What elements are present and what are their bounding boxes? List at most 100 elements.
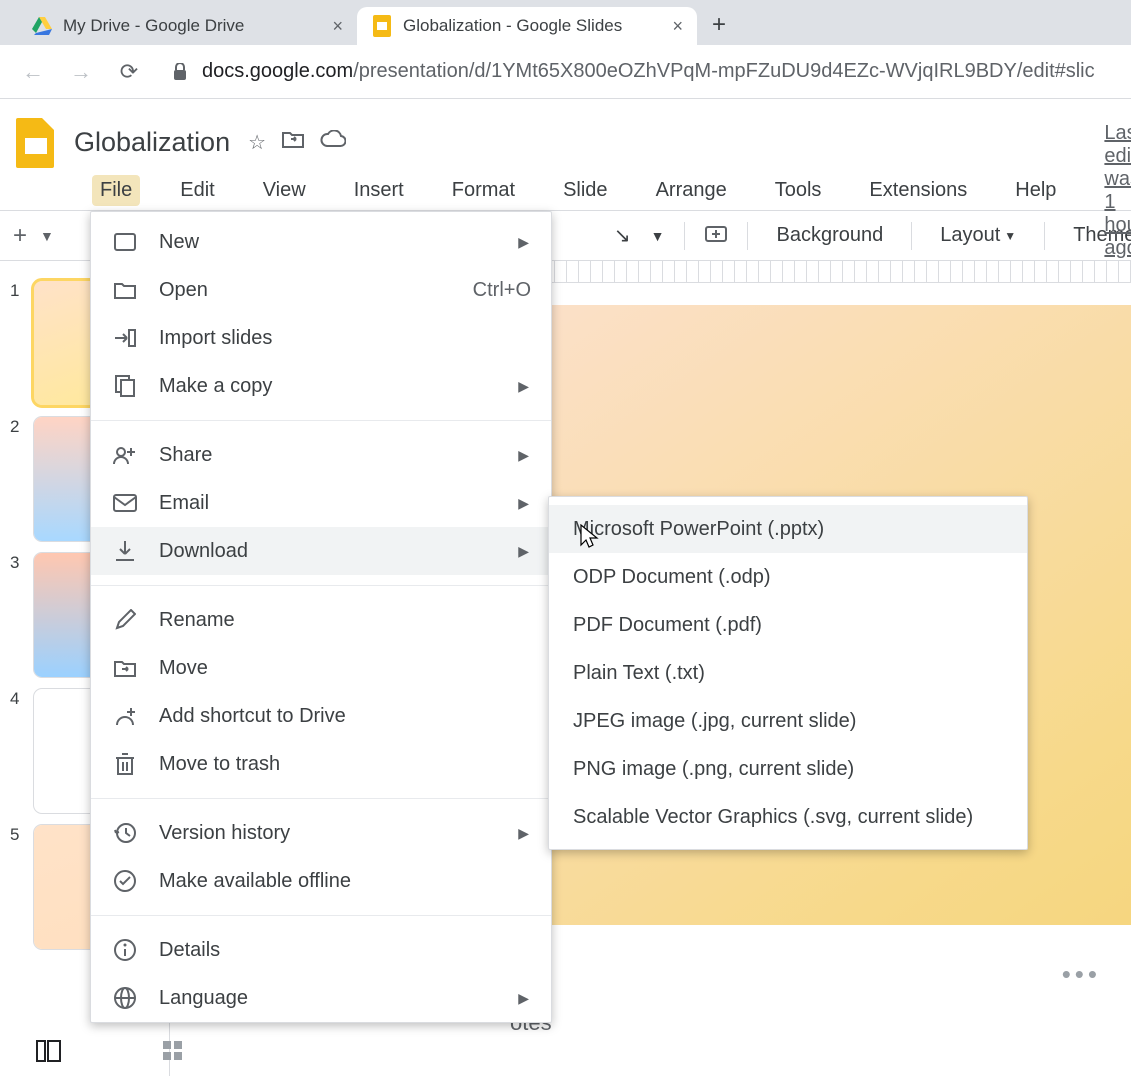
file-menu-open[interactable]: OpenCtrl+O: [91, 266, 551, 314]
download-option[interactable]: Plain Text (.txt): [549, 649, 1027, 697]
new-tab-button[interactable]: +: [703, 9, 735, 41]
file-menu-make-a-copy[interactable]: Make a copy ▶: [91, 362, 551, 410]
menu-edit[interactable]: Edit: [172, 175, 222, 206]
explore-icon[interactable]: •••: [1062, 959, 1101, 990]
cloud-status-icon[interactable]: [320, 130, 346, 155]
file-menu-label: Details: [159, 939, 220, 962]
file-menu-language[interactable]: Language ▶: [91, 974, 551, 1022]
line-tool-caret-icon[interactable]: ▼: [651, 228, 665, 244]
last-edit-link[interactable]: Last edit was 1 hour ago: [1104, 122, 1131, 260]
menu-arrange[interactable]: Arrange: [648, 175, 735, 206]
menu-help[interactable]: Help: [1007, 175, 1064, 206]
file-menu-make-available-offline[interactable]: Make available offline: [91, 857, 551, 905]
move-folder-icon[interactable]: [282, 130, 304, 155]
submenu-arrow-icon: ▶: [518, 378, 529, 395]
file-menu-label: Make a copy: [159, 375, 272, 398]
file-menu-import-slides[interactable]: Import slides: [91, 314, 551, 362]
submenu-arrow-icon: ▶: [518, 543, 529, 560]
address-bar: ← → ⟳ docs.google.com/presentation/d/1YM…: [0, 45, 1131, 99]
submenu-arrow-icon: ▶: [518, 234, 529, 251]
import-icon: [111, 324, 139, 352]
download-option[interactable]: JPEG image (.jpg, current slide): [549, 697, 1027, 745]
file-menu-download[interactable]: Download ▶: [91, 527, 551, 575]
url-box[interactable]: docs.google.com/presentation/d/1YMt65X80…: [162, 52, 1113, 92]
menu-extensions[interactable]: Extensions: [861, 175, 975, 206]
share-icon: [111, 441, 139, 469]
trash-icon: [111, 750, 139, 778]
folder-icon: [111, 276, 139, 304]
file-menu-label: Move to trash: [159, 753, 280, 776]
doc-title[interactable]: Globalization: [74, 127, 230, 158]
close-icon[interactable]: ×: [672, 16, 683, 37]
download-option[interactable]: Scalable Vector Graphics (.svg, current …: [549, 793, 1027, 841]
shortcut-icon: [111, 702, 139, 730]
submenu-arrow-icon: ▶: [518, 447, 529, 464]
titlebar: Globalization ☆: [0, 99, 1131, 171]
grid-view-icon[interactable]: [162, 1040, 184, 1062]
download-option[interactable]: ODP Document (.odp): [549, 553, 1027, 601]
file-menu-version-history[interactable]: Version history ▶: [91, 809, 551, 857]
submenu-arrow-icon: ▶: [518, 990, 529, 1007]
pencil-icon: [111, 606, 139, 634]
menu-insert[interactable]: Insert: [346, 175, 412, 206]
file-menu-new[interactable]: New▶: [91, 218, 551, 266]
reload-icon[interactable]: ⟳: [114, 57, 144, 87]
menu-tools[interactable]: Tools: [767, 175, 830, 206]
file-menu-details[interactable]: Details: [91, 926, 551, 974]
file-menu-add-shortcut-to-drive[interactable]: Add shortcut to Drive: [91, 692, 551, 740]
menu-file[interactable]: File: [92, 175, 140, 206]
back-icon[interactable]: ←: [18, 57, 48, 87]
browser-tab[interactable]: Globalization - Google Slides ×: [357, 7, 697, 45]
filmstrip-view-icon[interactable]: [36, 1040, 62, 1062]
copy-icon: [111, 372, 139, 400]
file-menu-label: Email: [159, 492, 209, 515]
file-menu-label: Open: [159, 279, 208, 302]
thumb-num: 5: [10, 825, 24, 845]
menu-view[interactable]: View: [255, 175, 314, 206]
line-tool-icon[interactable]: ↘: [614, 223, 631, 248]
close-icon[interactable]: ×: [332, 16, 343, 37]
drive-favicon-icon: [31, 15, 53, 37]
tab-title: My Drive - Google Drive: [63, 16, 244, 36]
forward-icon[interactable]: →: [66, 57, 96, 87]
layout-button[interactable]: Layout▼: [932, 220, 1024, 251]
file-menu-move[interactable]: Move: [91, 644, 551, 692]
file-menu-label: Import slides: [159, 327, 272, 350]
file-menu-label: Move: [159, 657, 208, 680]
thumb-num: 3: [10, 553, 24, 573]
new-slide-button[interactable]: +▼: [0, 219, 54, 253]
thumb-num: 2: [10, 417, 24, 437]
slides-logo-icon[interactable]: [12, 118, 60, 166]
slides-favicon-icon: [371, 15, 393, 37]
menu-slide[interactable]: Slide: [555, 175, 615, 206]
lock-icon: [172, 63, 188, 81]
star-icon[interactable]: ☆: [248, 130, 266, 155]
menu-bar: File Edit View Insert Format Slide Arran…: [0, 171, 1131, 211]
globe-icon: [111, 984, 139, 1012]
file-menu-label: Version history: [159, 822, 290, 845]
file-menu-label: Rename: [159, 609, 235, 632]
file-menu-label: Share: [159, 444, 212, 467]
menu-format[interactable]: Format: [444, 175, 523, 206]
background-button[interactable]: Background: [768, 220, 891, 251]
download-submenu: Microsoft PowerPoint (.pptx)ODP Document…: [548, 496, 1028, 850]
browser-tabs: My Drive - Google Drive × Globalization …: [0, 0, 1131, 45]
file-menu-rename[interactable]: Rename: [91, 596, 551, 644]
file-menu-move-to-trash[interactable]: Move to trash: [91, 740, 551, 788]
history-icon: [111, 819, 139, 847]
comment-icon[interactable]: [705, 226, 727, 246]
download-option[interactable]: PNG image (.png, current slide): [549, 745, 1027, 793]
file-menu-email[interactable]: Email▶: [91, 479, 551, 527]
offline-icon: [111, 867, 139, 895]
browser-tab[interactable]: My Drive - Google Drive ×: [17, 7, 357, 45]
file-menu-label: Language: [159, 987, 248, 1010]
url-text: docs.google.com/presentation/d/1YMt65X80…: [202, 60, 1095, 83]
submenu-arrow-icon: ▶: [518, 825, 529, 842]
mouse-cursor-icon: [580, 524, 602, 550]
download-option[interactable]: Microsoft PowerPoint (.pptx): [549, 505, 1027, 553]
mail-icon: [111, 489, 139, 517]
info-icon: [111, 936, 139, 964]
file-menu-share[interactable]: Share ▶: [91, 431, 551, 479]
file-menu-label: Download: [159, 540, 248, 563]
download-option[interactable]: PDF Document (.pdf): [549, 601, 1027, 649]
